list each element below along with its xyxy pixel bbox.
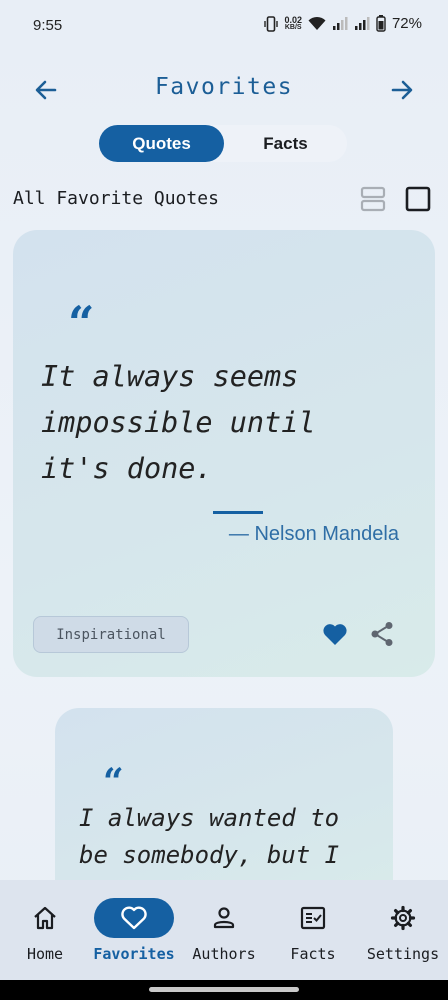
battery-percent: 72% (391, 15, 422, 32)
nav-item-home[interactable]: Home (0, 880, 90, 980)
battery-icon (376, 15, 386, 32)
status-bar: 9:55 0.02 KB/S 72% (0, 0, 448, 50)
nav-item-settings[interactable]: Settings (358, 880, 448, 980)
share-icon (371, 622, 393, 646)
wifi-icon (308, 16, 326, 30)
quote-text: I always wanted to be somebody, but I (79, 804, 340, 869)
app-bar: Favorites (0, 62, 448, 118)
nav-pill (363, 898, 443, 938)
signal-icon (332, 16, 348, 30)
author-divider (213, 511, 263, 514)
heart-icon (121, 906, 147, 930)
nav-pill (273, 898, 353, 938)
share-button[interactable] (370, 621, 394, 647)
list-view-button[interactable] (360, 186, 386, 212)
quote-mark-icon: “ (103, 761, 124, 803)
quote-card[interactable]: “ I always wanted to be somebody, but I (55, 708, 393, 908)
vibrate-icon (264, 15, 279, 32)
net-speed: 0.02 KB/S (284, 14, 302, 32)
nav-item-facts[interactable]: Facts (268, 880, 358, 980)
home-icon (34, 906, 56, 930)
forward-button[interactable] (386, 74, 418, 106)
fact-check-icon (300, 906, 326, 930)
section-title: All Favorite Quotes (13, 188, 219, 209)
nav-pill (5, 898, 85, 938)
tab-facts[interactable]: Facts (224, 125, 347, 162)
gear-icon (390, 905, 416, 931)
quote-text: It always seems impossible until it's do… (41, 360, 316, 485)
quote-mark-icon: “ (68, 296, 95, 350)
nav-item-favorites[interactable]: Favorites (89, 880, 179, 980)
nav-label-settings: Settings (366, 945, 440, 963)
status-icons: 0.02 KB/S 72% (264, 15, 422, 32)
nav-pill (94, 898, 174, 938)
favorite-button[interactable] (322, 622, 348, 646)
segmented-control: Quotes Facts (99, 125, 347, 162)
nav-pill (184, 898, 264, 938)
list-view-icon (360, 186, 386, 212)
tab-quotes[interactable]: Quotes (99, 125, 224, 162)
heart-icon (323, 624, 347, 645)
category-tag[interactable]: Inspirational (33, 616, 189, 653)
quote-card[interactable]: “ It always seems impossible until it's … (13, 230, 435, 677)
page-title: Favorites (154, 74, 294, 100)
nav-item-authors[interactable]: Authors (179, 880, 269, 980)
signal-icon (354, 16, 370, 30)
gesture-handle[interactable] (149, 987, 299, 992)
single-view-button[interactable] (405, 186, 431, 212)
net-speed-value: 0.02 (284, 14, 302, 25)
status-time: 9:55 (33, 17, 63, 34)
bottom-navigation: Home Favorites Authors Facts Settings (0, 880, 448, 980)
net-speed-unit: KB/S (284, 23, 302, 31)
person-icon (213, 907, 235, 929)
single-view-icon (405, 186, 431, 212)
arrow-right-icon (391, 80, 413, 100)
quote-author: — Nelson Mandela (228, 523, 399, 545)
